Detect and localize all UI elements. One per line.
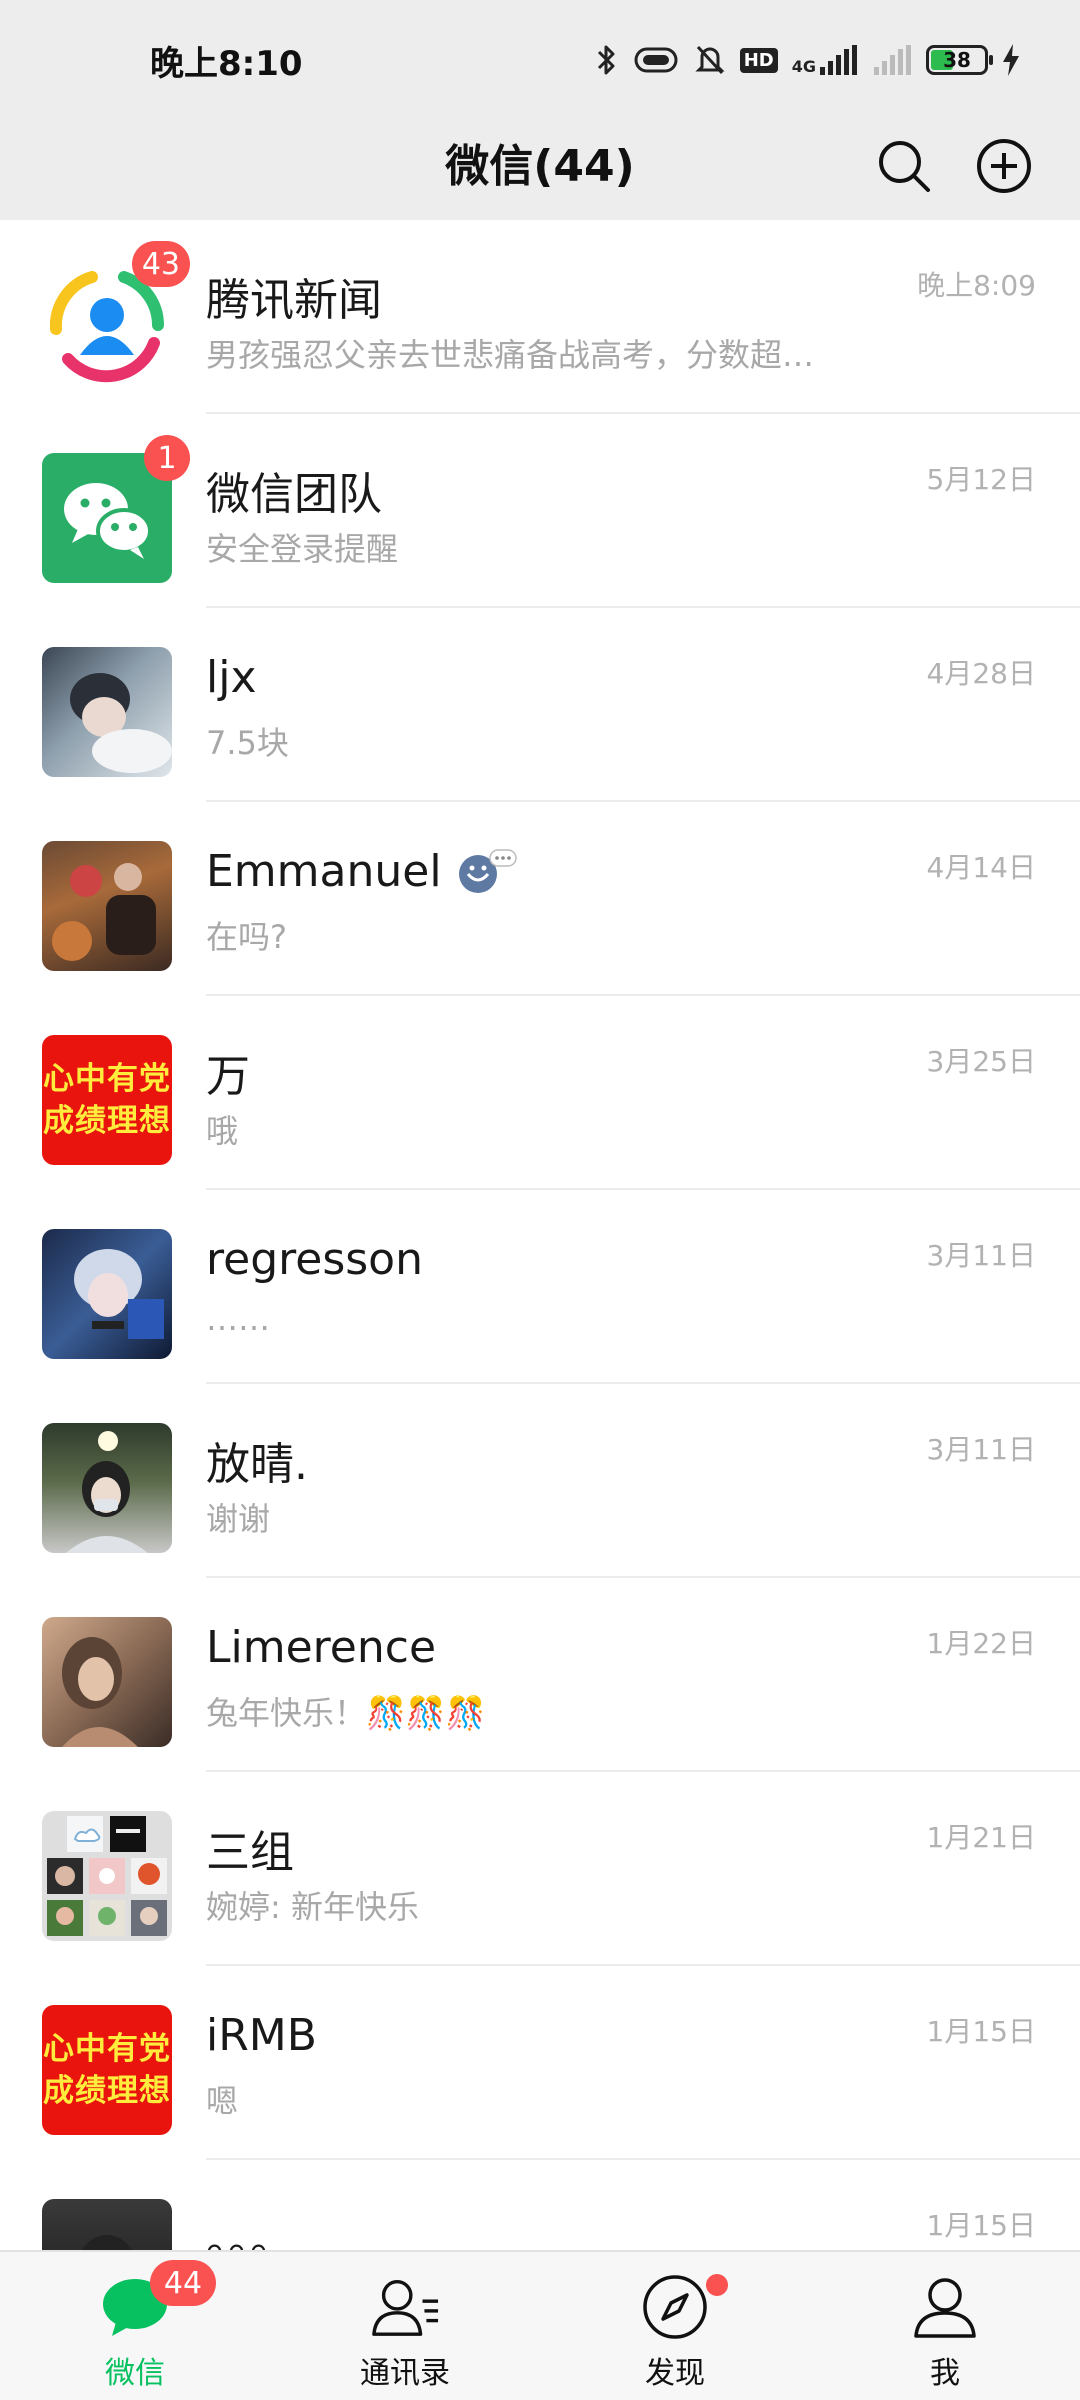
chat-time: 5月12日	[926, 463, 1036, 496]
chat-time: 3月11日	[926, 1433, 1036, 1466]
avatar	[42, 2199, 172, 2250]
chat-item-irmb[interactable]: 心中有党 成绩理想 iRMB 嗯 1月15日	[0, 1966, 1080, 2160]
status-time: 晚上8:10	[150, 44, 303, 84]
smiley-bubble-icon	[458, 848, 517, 893]
photo-image	[66, 1431, 148, 1553]
chat-time: 1月15日	[926, 2015, 1036, 2048]
tab-contacts[interactable]: 通讯录	[270, 2252, 540, 2400]
chat-item-wechat-team[interactable]: 1 微信团队 安全登录提醒 5月12日	[0, 414, 1080, 608]
chat-preview: 嗯	[206, 2082, 239, 2120]
anime-portrait-image	[70, 673, 172, 773]
search-button[interactable]	[868, 130, 940, 202]
chat-time: 1月21日	[926, 1821, 1036, 1854]
person-icon	[914, 2278, 976, 2338]
chat-preview: 谢谢	[206, 1500, 271, 1538]
photo-image	[62, 1637, 138, 1747]
top-header: 微信(44)	[0, 110, 1080, 220]
tab-me[interactable]: 我	[810, 2252, 1080, 2400]
chat-name: regresson	[206, 1234, 423, 1285]
chat-preview: 婉婷: 新年快乐	[206, 1888, 419, 1926]
compass-icon	[643, 2275, 707, 2339]
avatar: 心中有党 成绩理想	[42, 2005, 172, 2135]
group-avatar	[42, 1811, 172, 1941]
contacts-icon	[372, 2280, 439, 2336]
battery-indicator: 38	[926, 45, 993, 75]
tab-discover[interactable]: 发现	[540, 2252, 810, 2400]
chat-time: 晚上8:09	[917, 269, 1036, 302]
charging-icon	[1002, 44, 1020, 76]
plus-circle-icon	[977, 139, 1031, 193]
chat-time: 3月25日	[926, 1045, 1036, 1078]
chat-item-fangqing[interactable]: 放晴. 谢谢 3月11日	[0, 1384, 1080, 1578]
avatar	[42, 841, 172, 971]
chat-time: 1月22日	[926, 1627, 1036, 1660]
unread-badge: 43	[131, 241, 190, 287]
chat-preview: 7.5块	[206, 724, 289, 762]
chat-name: 放晴.	[206, 1439, 308, 1490]
chat-name: 微信团队	[206, 469, 382, 520]
chat-item-wan[interactable]: 心中有党 成绩理想 万 哦 3月25日	[0, 996, 1080, 1190]
signal-weak-icon	[872, 45, 912, 75]
chat-item-emmanuel[interactable]: Emmanuel 在吗? 4月14日	[0, 802, 1080, 996]
chat-name: Limerence	[206, 1622, 437, 1673]
tab-label: 发现	[645, 2356, 705, 2391]
chat-time: 1月15日	[926, 2209, 1036, 2242]
tab-chats[interactable]: 微信 44	[0, 2252, 270, 2400]
avatar	[42, 647, 172, 777]
chat-name: 万	[206, 1051, 250, 1102]
signal-4g-icon: 4G	[792, 45, 858, 75]
status-bar: 晚上8:10 HD 4G 38	[0, 0, 1080, 110]
photo-image	[82, 2235, 132, 2250]
chat-item-dots[interactable]: 。。。 1月15日	[0, 2160, 1080, 2250]
anime-portrait-image	[74, 1249, 164, 1339]
chat-time: 4月28日	[926, 657, 1036, 690]
chat-time: 3月11日	[926, 1239, 1036, 1272]
chat-item-sanzu[interactable]: 三组 婉婷: 新年快乐 1月21日	[0, 1772, 1080, 1966]
avatar: 心中有党 成绩理想	[42, 1035, 172, 1165]
chat-item-ljx[interactable]: ljx 7.5块 4月28日	[0, 608, 1080, 802]
avatar	[42, 1423, 172, 1553]
chat-item-tencent-news[interactable]: 43 腾讯新闻 男孩强忍父亲去世悲痛备战高考，分数超… 晚上8:09	[0, 220, 1080, 414]
status-icons: HD 4G 38	[596, 36, 1020, 84]
chat-item-regresson[interactable]: regresson …… 3月11日	[0, 1190, 1080, 1384]
unread-badge: 44	[150, 2260, 216, 2306]
photo-image	[52, 863, 156, 961]
chat-preview: 兔年快乐！🎊🎊🎊	[206, 1694, 486, 1732]
chat-name: 。。。	[206, 2215, 294, 2250]
chat-preview: ……	[206, 1300, 270, 1338]
tab-label: 通讯录	[360, 2356, 450, 2391]
chat-item-limerence[interactable]: Limerence 兔年快乐！🎊🎊🎊 1月22日	[0, 1578, 1080, 1772]
avatar	[42, 1229, 172, 1359]
chat-preview: 在吗?	[206, 918, 287, 956]
chat-preview: 安全登录提醒	[206, 530, 399, 568]
hd-badge: HD	[739, 47, 778, 73]
add-button[interactable]	[968, 130, 1040, 202]
chat-time: 4月14日	[926, 851, 1036, 884]
bluetooth-icon	[596, 43, 618, 77]
vibrate-icon	[632, 45, 680, 75]
bottom-tab-bar: 微信 44 通讯录 发现 我	[0, 2250, 1080, 2400]
chat-preview: 男孩强忍父亲去世悲痛备战高考，分数超…	[206, 336, 815, 374]
chat-name: Emmanuel	[206, 846, 518, 897]
new-content-dot	[706, 2274, 728, 2296]
tab-label: 微信	[105, 2356, 165, 2391]
chat-name: 三组	[206, 1827, 294, 1878]
avatar	[42, 1617, 172, 1747]
group-avatar-grid-image	[47, 1816, 167, 1936]
chat-name: iRMB	[206, 2010, 317, 2061]
chat-name: 腾讯新闻	[206, 275, 382, 326]
tab-label: 我	[930, 2356, 960, 2391]
search-icon	[879, 141, 930, 192]
chat-preview: 哦	[206, 1112, 239, 1150]
chat-name: ljx	[206, 652, 257, 703]
chat-list[interactable]: 43 腾讯新闻 男孩强忍父亲去世悲痛备战高考，分数超… 晚上8:09 1 微信团…	[0, 220, 1080, 2250]
mute-bell-icon	[694, 43, 726, 77]
unread-badge: 1	[144, 435, 190, 481]
